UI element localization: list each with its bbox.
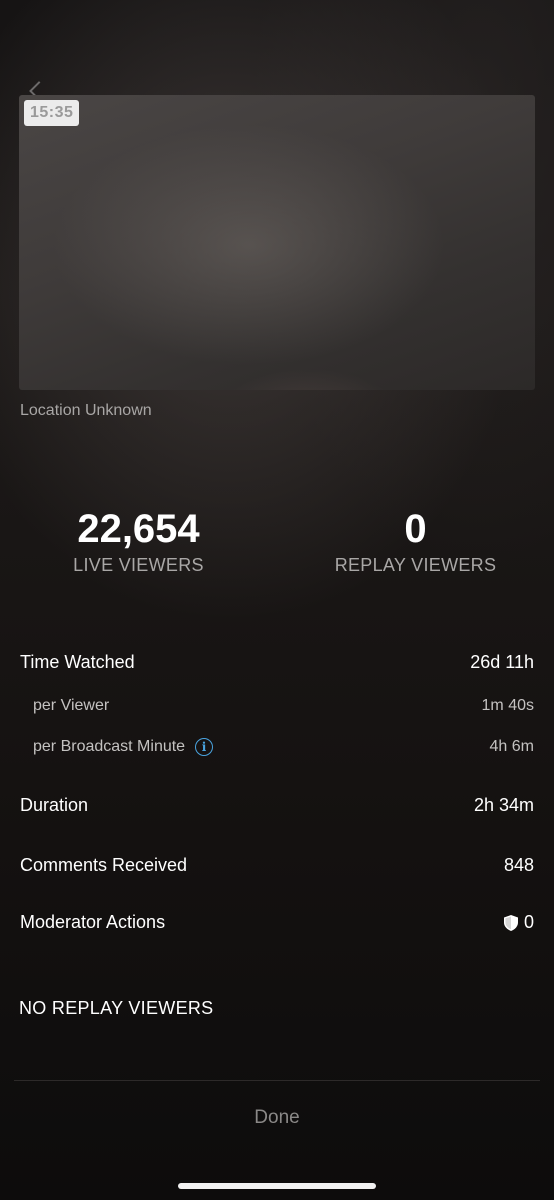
time-watched-value: 26d 11h: [470, 652, 534, 672]
shield-icon: [503, 914, 518, 931]
no-replay-viewers-heading: NO REPLAY VIEWERS: [19, 998, 214, 1018]
duration-label: Duration: [20, 795, 89, 815]
duration-row: Duration 2h 34m: [20, 795, 534, 816]
moderator-actions-value-group: 0: [503, 912, 534, 933]
divider: [14, 1080, 540, 1081]
per-broadcast-minute-label: per Broadcast Minute: [33, 738, 186, 755]
duration-value: 2h 34m: [473, 795, 534, 815]
broadcast-thumbnail[interactable]: 15:35: [19, 95, 535, 390]
per-broadcast-minute-row: per Broadcast Minute i 4h 6m: [20, 738, 534, 756]
live-viewers-count: 22,654: [77, 507, 200, 551]
moderator-actions-row[interactable]: Moderator Actions 0: [20, 912, 534, 933]
moderator-actions-value: 0: [523, 912, 534, 932]
moderator-actions-label: Moderator Actions: [20, 912, 166, 932]
per-viewer-value: 1m 40s: [481, 697, 534, 714]
done-button[interactable]: Done: [0, 1100, 554, 1136]
location-label: Location Unknown: [20, 402, 152, 419]
replay-viewers-stat: 0 REPLAY VIEWERS: [277, 505, 554, 576]
time-watched-label: Time Watched: [20, 652, 135, 672]
time-watched-row: Time Watched 26d 11h: [20, 652, 534, 673]
per-broadcast-minute-value: 4h 6m: [489, 738, 534, 755]
home-indicator[interactable]: [178, 1183, 376, 1189]
per-viewer-row: per Viewer 1m 40s: [20, 697, 534, 715]
live-viewers-stat: 22,654 LIVE VIEWERS: [0, 505, 277, 576]
time-badge: 15:35: [24, 100, 80, 126]
replay-viewers-label: REPLAY VIEWERS: [334, 555, 497, 575]
comments-value: 848: [503, 855, 534, 875]
replay-viewers-count: 0: [404, 507, 427, 551]
per-viewer-label: per Viewer: [33, 697, 110, 714]
info-icon[interactable]: i: [195, 738, 214, 756]
live-viewers-label: LIVE VIEWERS: [73, 555, 204, 575]
comments-label: Comments Received: [20, 855, 188, 875]
per-broadcast-minute-label-group: per Broadcast Minute i: [20, 738, 214, 756]
comments-row: Comments Received 848: [20, 855, 534, 876]
